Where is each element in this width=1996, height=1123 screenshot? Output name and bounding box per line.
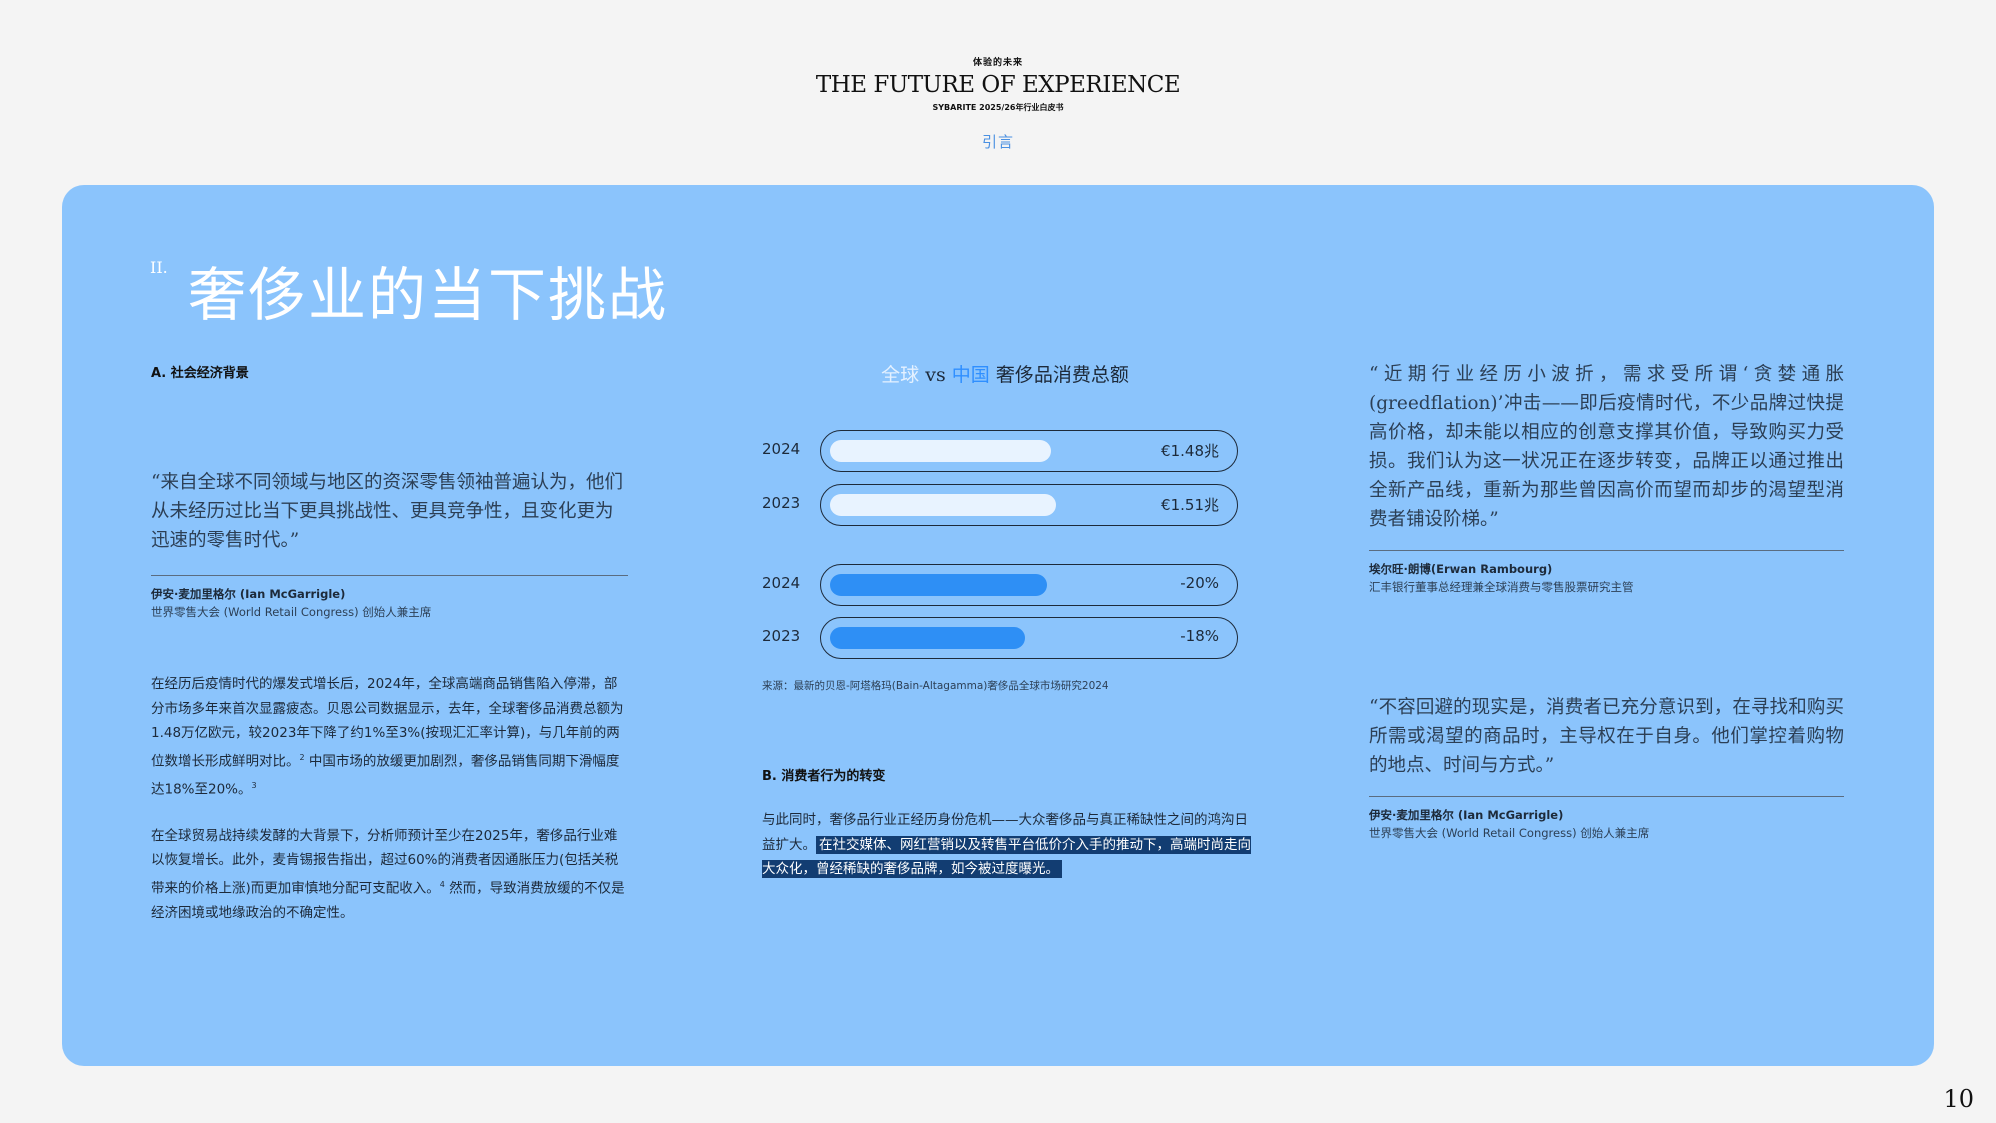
attribution-role: 汇丰银行董事总经理兼全球消费与零售股票研究主管 bbox=[1369, 580, 1634, 594]
chart-title-vs: vs bbox=[925, 364, 946, 386]
bar-year-label: 2024 bbox=[762, 574, 801, 592]
attribution-name: 伊安·麦加里格尔 (Ian McGarrigle) bbox=[151, 587, 346, 601]
header-title: THE FUTURE OF EXPERIENCE bbox=[815, 72, 1181, 98]
page-number: 10 bbox=[1943, 1085, 1974, 1113]
body-paragraph: 与此同时，奢侈品行业正经历身份危机——大众奢侈品与真正稀缺性之间的鸿沟日益扩大。… bbox=[762, 808, 1252, 882]
highlighted-text: 在社交媒体、网红营销以及转售平台低价介入手的推动下，高端时尚走向大众化，曾经稀缺… bbox=[762, 835, 1251, 878]
chapter-title: 奢侈业的当下挑战 bbox=[188, 261, 669, 329]
attribution-name: 伊安·麦加里格尔 (Ian McGarrigle) bbox=[1369, 808, 1564, 822]
bar-fill bbox=[830, 574, 1047, 596]
chart-title-china: 中国 bbox=[951, 364, 990, 386]
bar-row: 2023 -18% bbox=[760, 617, 1240, 659]
chapter-number: II. bbox=[150, 258, 168, 277]
section-heading-a: A. 社会经济背景 bbox=[151, 366, 249, 381]
right-column: “近期行业经历小波折，需求受所谓‘贪婪通胀(greedflation)’冲击——… bbox=[1369, 360, 1844, 841]
bar-year-label: 2024 bbox=[762, 440, 801, 458]
pull-quote: “来自全球不同领域与地区的资深零售领袖普遍认为，他们从未经历过比当下更具挑战性、… bbox=[151, 472, 623, 551]
attribution-name: 埃尔旺·朗博(Erwan Rambourg) bbox=[1369, 562, 1553, 576]
bar-value-label: -20% bbox=[1180, 574, 1219, 592]
attribution-role: 世界零售大会 (World Retail Congress) 创始人兼主席 bbox=[151, 605, 432, 619]
center-column: B. 消费者行为的转变 与此同时，奢侈品行业正经历身份危机——大众奢侈品与真正稀… bbox=[762, 765, 1252, 882]
header-kicker: 体验的未来 bbox=[972, 58, 1023, 68]
pull-quote: “不容回避的现实是，消费者已充分意识到，在寻找和购买所需或渴望的商品时，主导权在… bbox=[1369, 697, 1844, 776]
bar-track: €1.48兆 bbox=[820, 430, 1238, 472]
body-paragraph: 在全球贸易战持续发酵的大背景下，分析师预计至少在2025年，奢侈品行业难以恢复增… bbox=[151, 824, 628, 926]
section-heading-b: B. 消费者行为的转变 bbox=[762, 769, 886, 784]
bar-value-label: €1.48兆 bbox=[1161, 442, 1219, 460]
bar-year-label: 2023 bbox=[762, 494, 801, 512]
pull-quote: “近期行业经历小波折，需求受所谓‘贪婪通胀(greedflation)’冲击——… bbox=[1369, 364, 1844, 530]
page-header: 体验的未来 THE FUTURE OF EXPERIENCE SYBARITE … bbox=[0, 55, 1996, 152]
header-subtitle: SYBARITE 2025/26年行业白皮书 bbox=[932, 103, 1064, 112]
bar-row: 2024 €1.48兆 bbox=[760, 430, 1240, 472]
bar-track: €1.51兆 bbox=[820, 484, 1238, 526]
chart-source: 来源：最新的贝恩-阿塔格玛(Bain-Altagamma)奢侈品全球市场研究20… bbox=[762, 680, 1109, 692]
chart-title-global: 全球 bbox=[881, 364, 920, 386]
divider bbox=[151, 575, 628, 576]
body-paragraph: 在经历后疫情时代的爆发式增长后，2024年，全球高端商品销售陷入停滞，部分市场多… bbox=[151, 672, 628, 802]
bar-fill bbox=[830, 440, 1051, 462]
spending-chart: 全球 vs 中国 奢侈品消费总额 2024 €1.48兆 2023 €1.51兆 202… bbox=[760, 360, 1240, 692]
bar-fill bbox=[830, 627, 1025, 649]
chart-title-rest: 奢侈品消费总额 bbox=[995, 364, 1129, 386]
footnote-ref[interactable]: 3 bbox=[252, 781, 257, 790]
bar-row: 2024 -20% bbox=[760, 564, 1240, 606]
bar-track: -20% bbox=[820, 564, 1238, 606]
attribution-role: 世界零售大会 (World Retail Congress) 创始人兼主席 bbox=[1369, 826, 1650, 840]
divider bbox=[1369, 796, 1844, 797]
bar-track: -18% bbox=[820, 617, 1238, 659]
bar-value-label: €1.51兆 bbox=[1161, 496, 1219, 514]
left-column: A. 社会经济背景 “来自全球不同领域与地区的资深零售领袖普遍认为，他们从未经历… bbox=[151, 362, 628, 925]
bar-year-label: 2023 bbox=[762, 627, 801, 645]
bar-row: 2023 €1.51兆 bbox=[760, 484, 1240, 526]
chart-title: 全球 vs 中国 奢侈品消费总额 bbox=[760, 360, 1240, 387]
section-link[interactable]: 引言 bbox=[0, 131, 1996, 152]
bar-value-label: -18% bbox=[1180, 627, 1219, 645]
divider bbox=[1369, 550, 1844, 551]
bar-fill bbox=[830, 494, 1056, 516]
